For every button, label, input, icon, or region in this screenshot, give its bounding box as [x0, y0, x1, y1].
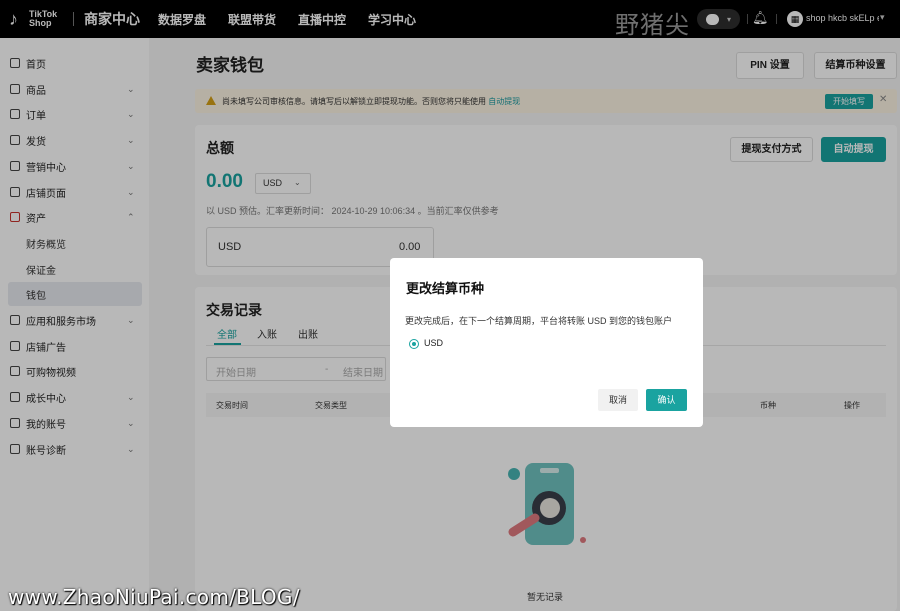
dialog-title: 更改结算币种	[406, 281, 485, 296]
watermark-url: www.ZhaoNiuPai.com/BLOG/	[8, 585, 300, 609]
radio-selected-dot	[412, 342, 416, 346]
change-currency-dialog: 更改结算币种 更改完成后，在下一个结算周期，平台将转账 USD 到您的钱包账户 …	[390, 258, 703, 427]
cancel-button[interactable]: 取消	[598, 389, 638, 411]
dialog-message: 更改完成后，在下一个结算周期，平台将转账 USD 到您的钱包账户	[405, 316, 673, 326]
usd-radio[interactable]	[409, 339, 419, 349]
usd-radio-label[interactable]: USD	[424, 338, 443, 348]
confirm-button[interactable]: 确认	[646, 389, 687, 411]
